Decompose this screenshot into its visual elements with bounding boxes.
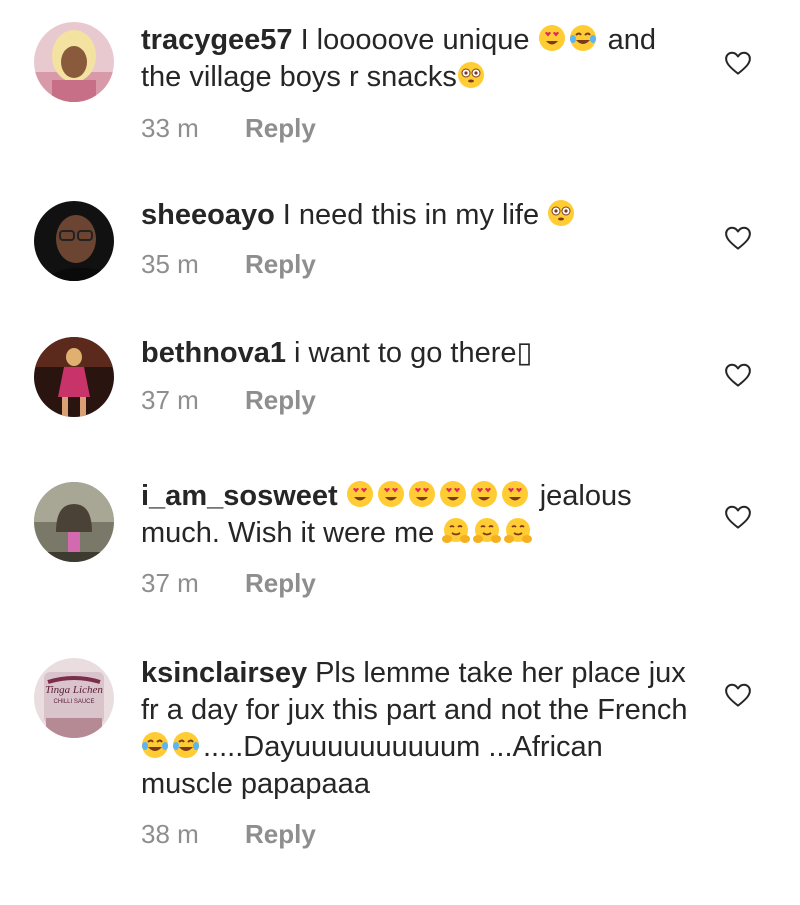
comment-username[interactable]: i_am_sosweet <box>141 480 338 512</box>
flushed-emoji-icon <box>457 61 485 89</box>
comment-username[interactable]: sheeoayo <box>141 199 275 231</box>
tears-of-joy-emoji-icon <box>172 731 200 759</box>
tears-of-joy-emoji-icon <box>141 731 169 759</box>
comment-timestamp: 37 m <box>141 568 199 598</box>
comment-text: tracygee57 I looooove unique and the vill… <box>141 22 701 96</box>
like-button[interactable] <box>723 502 753 532</box>
reply-button[interactable]: Reply <box>245 113 316 143</box>
comments-list: tracygee57 I looooove unique and the vill… <box>0 0 800 905</box>
comment-text: i_am_sosweet jealous much. Wish it were … <box>141 478 701 552</box>
missing-glyph: ▯ <box>516 337 533 369</box>
heart-outline-icon <box>725 505 751 529</box>
like-button[interactable] <box>723 680 753 710</box>
reply-button[interactable]: Reply <box>245 819 316 849</box>
comment-text: bethnova1 i want to go there▯ <box>141 335 701 372</box>
like-button[interactable] <box>723 360 753 390</box>
comment-timestamp: 35 m <box>141 249 199 279</box>
avatar-photo-icon: Tinga Lichen CHILLI SAUCE <box>34 658 114 738</box>
avatar[interactable] <box>34 22 114 102</box>
avatar-label: CHILLI SAUCE <box>53 699 94 705</box>
avatar-label: Tinga Lichen <box>45 684 103 696</box>
heart-outline-icon <box>725 51 751 75</box>
heart-eyes-emoji-icon <box>501 480 529 508</box>
comment-text-part: .....Dayuuuuuuuuuum ...African muscle pa… <box>141 731 603 800</box>
avatar[interactable]: Tinga Lichen CHILLI SAUCE <box>34 658 114 738</box>
comment-meta: 35 m Reply <box>141 249 701 279</box>
comment-timestamp: 33 m <box>141 113 199 143</box>
tears-of-joy-emoji-icon <box>569 24 597 52</box>
avatar-photo-icon <box>34 482 114 562</box>
reply-button[interactable]: Reply <box>245 568 316 598</box>
hugging-emoji-icon <box>473 517 502 545</box>
comment-text-part: i want to go there <box>294 337 517 369</box>
avatar-photo-icon <box>34 201 114 281</box>
heart-outline-icon <box>725 226 751 250</box>
heart-eyes-emoji-icon <box>377 480 405 508</box>
comment-meta: 37 m Reply <box>141 385 701 415</box>
avatar[interactable] <box>34 201 114 281</box>
heart-outline-icon <box>725 363 751 387</box>
heart-eyes-emoji-icon <box>470 480 498 508</box>
comment-meta: 33 m Reply <box>141 113 701 143</box>
avatar-photo-icon <box>34 337 114 417</box>
comment-text: ksinclairsey Pls lemme take her place jux… <box>141 655 701 803</box>
heart-eyes-emoji-icon <box>346 480 374 508</box>
hugging-emoji-icon <box>442 517 471 545</box>
like-button[interactable] <box>723 48 753 78</box>
heart-eyes-emoji-icon <box>538 24 566 52</box>
avatar[interactable] <box>34 337 114 417</box>
hugging-emoji-icon <box>504 517 533 545</box>
comment-timestamp: 37 m <box>141 385 199 415</box>
reply-button[interactable]: Reply <box>245 385 316 415</box>
avatar-photo-icon <box>34 22 114 102</box>
heart-eyes-emoji-icon <box>439 480 467 508</box>
comment-text: sheeoayo I need this in my life <box>141 197 701 234</box>
reply-button[interactable]: Reply <box>245 249 316 279</box>
comment-meta: 37 m Reply <box>141 568 701 598</box>
comment-username[interactable]: tracygee57 <box>141 24 293 56</box>
avatar[interactable] <box>34 482 114 562</box>
like-button[interactable] <box>723 223 753 253</box>
heart-outline-icon <box>725 683 751 707</box>
comment-timestamp: 38 m <box>141 819 199 849</box>
comment-text-part: I looooove unique <box>300 24 538 56</box>
comment-username[interactable]: bethnova1 <box>141 337 286 369</box>
flushed-emoji-icon <box>547 199 575 227</box>
heart-eyes-emoji-icon <box>408 480 436 508</box>
comment-meta: 38 m Reply <box>141 819 701 849</box>
comment-text-part: I need this in my life <box>282 199 548 231</box>
comment-username[interactable]: ksinclairsey <box>141 657 307 689</box>
